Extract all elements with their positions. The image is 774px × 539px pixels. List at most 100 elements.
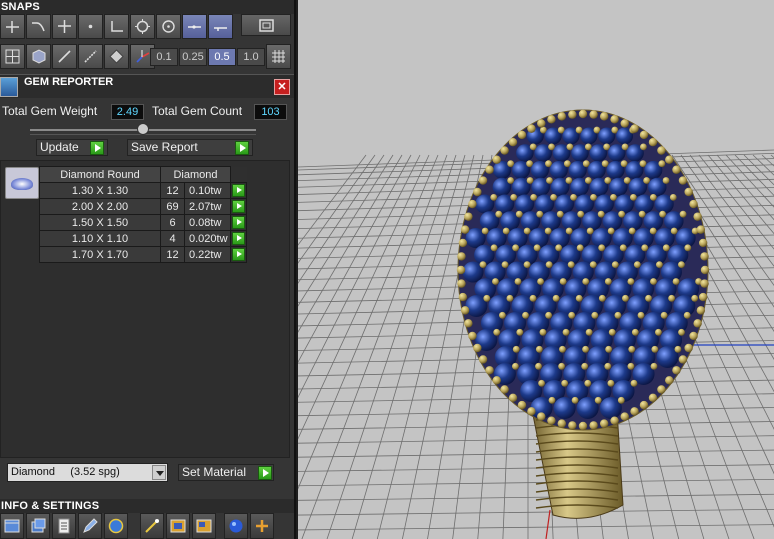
- snap-point-button[interactable]: [78, 14, 103, 39]
- gold-bead: [590, 193, 597, 201]
- gold-bead: [627, 278, 635, 285]
- pencil-button[interactable]: [78, 513, 102, 539]
- gold-bead: [457, 252, 466, 261]
- gold-bead: [473, 343, 482, 353]
- grid-settings-button[interactable]: [266, 44, 291, 69]
- gold-bead: [512, 244, 520, 252]
- add-button[interactable]: [250, 513, 274, 539]
- grid-line: [298, 508, 774, 516]
- line-button[interactable]: [52, 44, 77, 69]
- gold-bead: [523, 227, 531, 235]
- gold-bead: [495, 210, 503, 218]
- grid-step-0.25[interactable]: 0.25: [179, 48, 207, 66]
- gold-bead: [639, 400, 649, 410]
- grid-icon: [5, 49, 20, 64]
- 3d-viewport[interactable]: [298, 0, 774, 539]
- add-icon: [256, 520, 268, 532]
- gem-table-header-spacer: [230, 166, 247, 183]
- render-button[interactable]: [166, 513, 190, 539]
- gold-bead: [611, 261, 619, 269]
- grid-line: [298, 464, 774, 472]
- grid-step-0.5[interactable]: 0.5: [208, 48, 236, 66]
- gold-bead: [567, 261, 575, 269]
- set-material-go-icon[interactable]: [258, 466, 272, 480]
- gem-weight: 0.020tw: [184, 230, 231, 247]
- update-go-icon[interactable]: [90, 141, 104, 155]
- snap-curve-button[interactable]: [26, 14, 51, 39]
- chevron-down-icon[interactable]: [152, 465, 166, 480]
- axis-icon: [136, 50, 150, 63]
- gold-bead: [648, 393, 658, 402]
- wand-button[interactable]: [140, 513, 164, 539]
- snap-tangent-button[interactable]: [208, 14, 233, 39]
- gem-count: 6: [160, 214, 185, 231]
- gold-bead: [689, 199, 698, 209]
- gold-bead: [639, 130, 649, 140]
- table-row[interactable]: 2.00 X 2.00 69 2.07tw: [39, 198, 247, 215]
- grid-step-1.0[interactable]: 1.0: [237, 48, 265, 66]
- table-row[interactable]: 1.30 X 1.30 12 0.10tw: [39, 182, 247, 199]
- row-select-icon[interactable]: [232, 200, 245, 213]
- row-select-icon[interactable]: [232, 232, 245, 245]
- cube-button[interactable]: [26, 44, 51, 69]
- gold-bead: [511, 362, 519, 370]
- gold-bead: [535, 345, 543, 353]
- table-row[interactable]: 1.50 X 1.50 6 0.08tw: [39, 214, 247, 231]
- gold-bead: [597, 210, 605, 218]
- row-select-icon[interactable]: [232, 184, 245, 197]
- document-button[interactable]: [52, 513, 76, 539]
- gold-bead: [655, 261, 663, 269]
- gold-bead: [545, 261, 553, 269]
- table-row[interactable]: 1.10 X 1.10 4 0.020tw: [39, 230, 247, 247]
- snap-quadrant-button[interactable]: [130, 14, 155, 39]
- snap-window-button[interactable]: [241, 14, 291, 36]
- gold-bead: [547, 416, 556, 425]
- layers-button[interactable]: [26, 513, 50, 539]
- gold-bead: [691, 294, 699, 302]
- gold-bead: [538, 379, 545, 387]
- grid-line: [301, 154, 448, 539]
- gold-bead: [457, 279, 466, 288]
- gold-bead: [562, 328, 570, 336]
- snap-near-button[interactable]: [182, 14, 207, 39]
- gold-bead: [607, 379, 615, 387]
- globe-button[interactable]: [104, 513, 128, 539]
- gold-bead: [556, 210, 564, 218]
- gold-bead: [539, 328, 547, 336]
- gold-bead: [516, 328, 524, 336]
- gold-bead: [468, 199, 477, 209]
- grid-line: [298, 435, 774, 444]
- gold-bead: [660, 311, 668, 319]
- gold-bead: [545, 311, 553, 319]
- gem-shape-thumbnail[interactable]: [5, 167, 39, 199]
- grid-line: [298, 154, 403, 333]
- snap-center-button[interactable]: [156, 14, 181, 39]
- render-alt-button[interactable]: [192, 513, 216, 539]
- row-select-icon[interactable]: [232, 216, 245, 229]
- gem-reporter-icon: [0, 77, 18, 97]
- grid-button[interactable]: [0, 44, 25, 69]
- gold-bead: [678, 328, 685, 336]
- close-button[interactable]: ✕: [274, 79, 290, 95]
- snap-perpendicular-button[interactable]: [104, 14, 129, 39]
- gold-bead: [550, 193, 557, 201]
- gold-bead: [456, 265, 466, 275]
- snap-intersection-button[interactable]: [52, 14, 77, 39]
- snap-curve-icon: [32, 22, 45, 32]
- direction-button[interactable]: [104, 44, 129, 69]
- gold-bead: [659, 210, 666, 218]
- gold-bead: [571, 396, 579, 404]
- grid-step-0.1[interactable]: 0.1: [150, 48, 178, 66]
- window-button[interactable]: [0, 513, 24, 539]
- edit-curve-button[interactable]: [78, 44, 103, 69]
- sphere-button[interactable]: [224, 513, 248, 539]
- pencil-icon: [83, 518, 98, 533]
- snap-end-button[interactable]: [0, 14, 25, 39]
- save-report-go-icon[interactable]: [235, 141, 249, 155]
- gold-bead: [464, 212, 473, 221]
- row-select-icon[interactable]: [232, 248, 245, 261]
- material-select[interactable]: Diamond (3.52 spg): [7, 463, 168, 482]
- viewport-canvas[interactable]: [298, 0, 774, 539]
- divider-slider-knob[interactable]: [137, 123, 149, 135]
- table-row[interactable]: 1.70 X 1.70 12 0.22tw: [39, 246, 247, 263]
